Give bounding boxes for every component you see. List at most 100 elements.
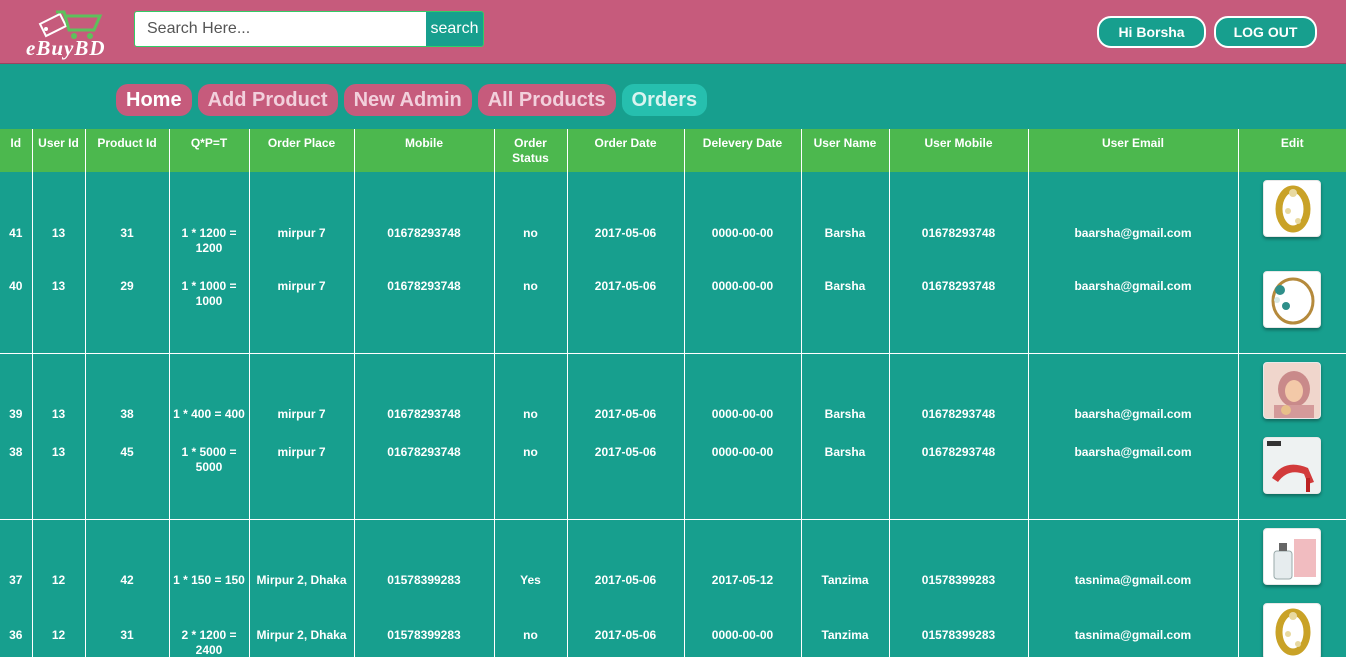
col-header-order-date: Order Date	[566, 129, 684, 172]
cell-order-status: no	[493, 263, 567, 354]
cell-delivery-date: 0000-00-00	[683, 429, 801, 520]
cell-order-status: no	[493, 429, 567, 520]
cell-order-place: mirpur 7	[248, 172, 354, 263]
hijab-model-thumbnail[interactable]	[1263, 361, 1322, 419]
perfume-bottle-thumbnail[interactable]	[1263, 527, 1322, 585]
table-row: 40 13 29 1 * 1000 = 1000 mirpur 7 01678293748…	[0, 263, 1346, 354]
cell-order-place: Mirpur 2, Dhaka	[248, 595, 354, 657]
cell-edit	[1237, 519, 1346, 595]
table-row: 41 13 31 1 * 1200 = 1200 mirpur 7 01678293748…	[0, 172, 1346, 263]
cell-id: 38	[0, 429, 32, 520]
cell-product-id: 38	[84, 353, 169, 429]
cell-order-place: mirpur 7	[248, 263, 354, 354]
cell-user-name: Tanzima	[800, 595, 889, 657]
col-header-user-name: User Name	[800, 129, 889, 172]
cell-user-name: Barsha	[800, 172, 889, 263]
orders-table: Id User Id Product Id Q*P=T Order Place …	[0, 129, 1346, 657]
col-header-user-id: User Id	[31, 129, 85, 172]
cell-mobile: 01578399283	[353, 519, 494, 595]
cell-edit	[1237, 429, 1346, 520]
cell-delivery-date: 0000-00-00	[683, 172, 801, 263]
col-header-order-status: Order Status	[493, 129, 567, 172]
red-sandal-thumbnail[interactable]	[1263, 437, 1322, 494]
cell-qpt: 1 * 1200 = 1200	[168, 172, 249, 263]
cell-qpt: 1 * 5000 = 5000	[168, 429, 249, 520]
cell-order-status: no	[493, 172, 567, 263]
cell-user-mobile: 01678293748	[888, 429, 1028, 520]
cell-order-place: mirpur 7	[248, 429, 354, 520]
cell-product-id: 45	[84, 429, 169, 520]
col-header-mobile: Mobile	[353, 129, 494, 172]
brand-name: eBuyBD	[26, 36, 106, 60]
search-input[interactable]	[135, 12, 426, 46]
cell-qpt: 1 * 150 = 150	[168, 519, 249, 595]
cell-user-id: 13	[31, 429, 85, 520]
cell-user-mobile: 01578399283	[888, 519, 1028, 595]
admin-nav: Home Add Product New Admin All Products …	[116, 84, 708, 116]
nav-new-admin[interactable]: New Admin	[343, 84, 472, 116]
nav-all-products[interactable]: All Products	[477, 84, 616, 116]
cell-user-id: 12	[31, 595, 85, 657]
table-row: 36 12 31 2 * 1200 = 2400 Mirpur 2, Dhaka 0157…	[0, 595, 1346, 657]
table-row: 37 12 42 1 * 150 = 150 Mirpur 2, Dhaka 015783…	[0, 519, 1346, 595]
cell-user-email: baarsha@gmail.com	[1027, 263, 1238, 354]
cell-user-email: baarsha@gmail.com	[1027, 353, 1238, 429]
cell-order-date: 2017-05-06	[566, 519, 684, 595]
col-header-id: Id	[0, 129, 32, 172]
site-logo[interactable]: eBuyBD	[24, 8, 120, 60]
cell-user-id: 13	[31, 263, 85, 354]
cell-order-date: 2017-05-06	[566, 172, 684, 263]
search-button[interactable]: search	[426, 12, 483, 46]
col-header-product-id: Product Id	[84, 129, 169, 172]
cell-user-name: Barsha	[800, 263, 889, 354]
jeweled-bracelet-thumbnail[interactable]	[1263, 271, 1322, 328]
cell-user-email: tasnima@gmail.com	[1027, 595, 1238, 657]
nav-add-product[interactable]: Add Product	[197, 84, 338, 116]
table-row: 38 13 45 1 * 5000 = 5000 mirpur 7 01678293748…	[0, 429, 1346, 520]
top-header: eBuyBD search Hi Borsha LOG OUT	[0, 0, 1346, 64]
cell-mobile: 01678293748	[353, 172, 494, 263]
col-header-qpt: Q*P=T	[168, 129, 249, 172]
cell-user-mobile: 01678293748	[888, 353, 1028, 429]
cell-order-date: 2017-05-06	[566, 595, 684, 657]
cell-delivery-date: 0000-00-00	[683, 595, 801, 657]
nav-home[interactable]: Home	[116, 84, 192, 116]
cell-mobile: 01678293748	[353, 353, 494, 429]
gold-ring-thumbnail[interactable]	[1263, 180, 1322, 237]
table-header-row: Id User Id Product Id Q*P=T Order Place …	[0, 129, 1346, 172]
cell-delivery-date: 2017-05-12	[683, 519, 801, 595]
cell-user-email: tasnima@gmail.com	[1027, 519, 1238, 595]
cell-edit	[1237, 353, 1346, 429]
cell-delivery-date: 0000-00-00	[683, 353, 801, 429]
cell-user-id: 13	[31, 353, 85, 429]
cell-qpt: 1 * 400 = 400	[168, 353, 249, 429]
nav-orders[interactable]: Orders	[621, 84, 708, 116]
user-greeting-button[interactable]: Hi Borsha	[1097, 16, 1206, 48]
cell-user-name: Barsha	[800, 429, 889, 520]
cell-edit	[1237, 595, 1346, 657]
search-bar: search	[134, 11, 484, 47]
cell-qpt: 1 * 1000 = 1000	[168, 263, 249, 354]
col-header-delivery-date: Delevery Date	[683, 129, 801, 172]
cell-order-date: 2017-05-06	[566, 353, 684, 429]
cell-user-mobile: 01678293748	[888, 263, 1028, 354]
cell-product-id: 42	[84, 519, 169, 595]
cell-qpt: 2 * 1200 = 2400	[168, 595, 249, 657]
cell-product-id: 31	[84, 595, 169, 657]
col-header-user-mobile: User Mobile	[888, 129, 1028, 172]
logout-button[interactable]: LOG OUT	[1214, 16, 1317, 48]
cell-id: 36	[0, 595, 32, 657]
cell-user-mobile: 01578399283	[888, 595, 1028, 657]
cell-user-name: Tanzima	[800, 519, 889, 595]
cell-user-mobile: 01678293748	[888, 172, 1028, 263]
cell-edit	[1237, 172, 1346, 263]
cell-mobile: 01678293748	[353, 429, 494, 520]
cell-delivery-date: 0000-00-00	[683, 263, 801, 354]
col-header-edit: Edit	[1237, 129, 1346, 172]
cell-id: 39	[9, 406, 23, 421]
cell-order-date: 2017-05-06	[566, 263, 684, 354]
gold-ring-thumbnail[interactable]	[1263, 603, 1322, 657]
cell-mobile: 01678293748	[353, 263, 494, 354]
cell-id: 41	[9, 226, 23, 240]
cell-id: 37	[9, 572, 23, 587]
